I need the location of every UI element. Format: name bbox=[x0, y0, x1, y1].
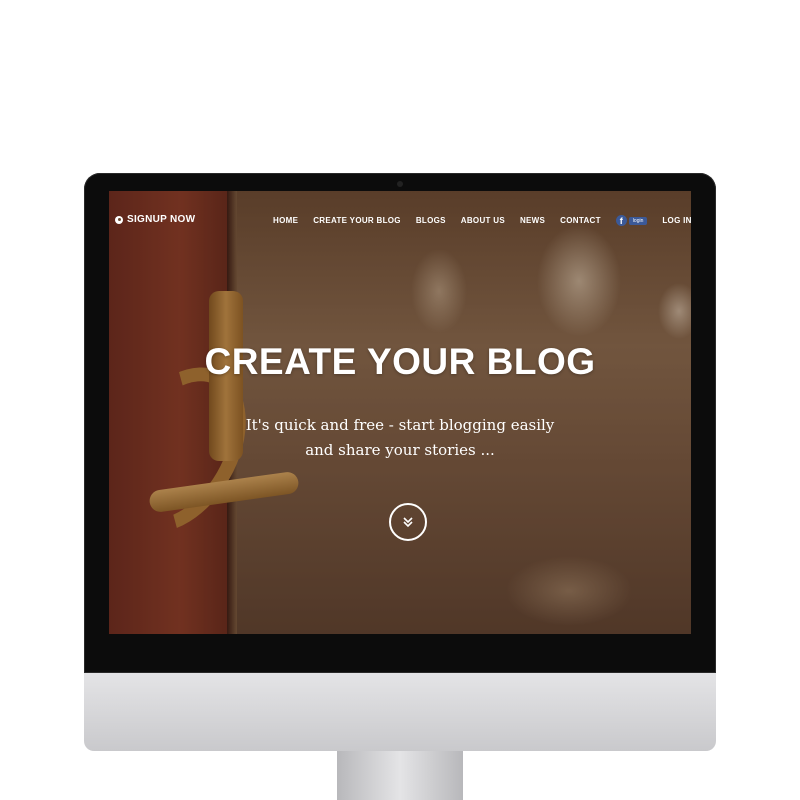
nav-create-your-blog[interactable]: CREATE YOUR BLOG bbox=[313, 216, 401, 225]
hero-subtitle-line-2: and share your stories ... bbox=[305, 441, 495, 459]
nav-contact[interactable]: CONTACT bbox=[560, 216, 601, 225]
signup-icon bbox=[115, 215, 123, 224]
monitor: SIGNUP NOW HOME CREATE YOUR BLOG BLOGS A… bbox=[84, 173, 716, 751]
scroll-down-button[interactable] bbox=[389, 503, 427, 541]
nav-blogs[interactable]: BLOGS bbox=[416, 216, 446, 225]
monitor-chin bbox=[84, 673, 716, 751]
signup-now-link[interactable]: SIGNUP NOW bbox=[115, 214, 195, 225]
nav-log-in[interactable]: LOG IN bbox=[662, 216, 691, 225]
nav-home[interactable]: HOME bbox=[273, 216, 298, 225]
signup-label: SIGNUP NOW bbox=[127, 214, 196, 225]
website-screen: SIGNUP NOW HOME CREATE YOUR BLOG BLOGS A… bbox=[109, 191, 691, 634]
monitor-stand bbox=[337, 751, 463, 800]
monitor-bezel: SIGNUP NOW HOME CREATE YOUR BLOG BLOGS A… bbox=[84, 173, 716, 673]
nav-about-us[interactable]: ABOUT US bbox=[461, 216, 505, 225]
facebook-icon: f bbox=[615, 215, 627, 226]
facebook-login-label: login bbox=[628, 216, 648, 225]
main-menu: HOME CREATE YOUR BLOG BLOGS ABOUT US NEW… bbox=[273, 215, 691, 226]
top-navigation: SIGNUP NOW HOME CREATE YOUR BLOG BLOGS A… bbox=[109, 191, 691, 231]
nav-news[interactable]: NEWS bbox=[520, 216, 545, 225]
hero-subtitle-line-1: It's quick and free - start blogging eas… bbox=[245, 416, 555, 434]
camera-icon bbox=[397, 181, 403, 187]
double-chevron-down-icon bbox=[403, 517, 413, 528]
hero-title: CREATE YOUR BLOG bbox=[204, 341, 596, 382]
facebook-login-button[interactable]: f login bbox=[615, 215, 648, 226]
hero-subtitle: It's quick and free - start blogging eas… bbox=[109, 413, 691, 463]
